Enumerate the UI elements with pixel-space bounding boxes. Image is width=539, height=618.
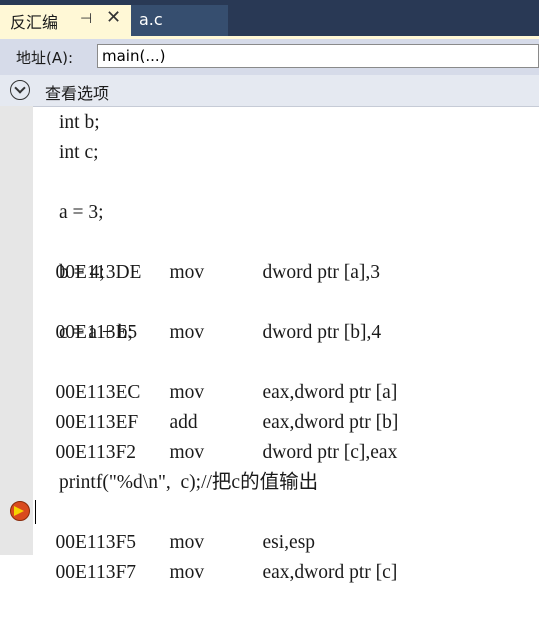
asm-line: 00E113DE mov dword ptr [a],3: [36, 228, 381, 283]
breakpoint-gutter[interactable]: [0, 106, 33, 555]
asm-mnemonic: mov: [169, 562, 205, 583]
source-line: b = 4;: [59, 262, 105, 283]
close-icon[interactable]: ✕: [106, 7, 121, 28]
asm-mnemonic: mov: [169, 262, 205, 283]
asm-address: 00E113F7: [55, 562, 137, 583]
asm-mnemonic: mov: [169, 442, 205, 463]
asm-line: 00E113F2 mov dword ptr [c],eax: [36, 408, 398, 463]
asm-line-current: 00E113F5 mov esi,esp: [36, 498, 316, 553]
view-options-label: 查看选项: [45, 84, 110, 103]
asm-line: 00E113F7 mov eax,dword ptr [c]: [36, 528, 398, 583]
pin-icon[interactable]: ⊣: [80, 11, 92, 27]
source-line: int b;: [59, 112, 100, 133]
asm-operands: dword ptr [a],3: [262, 262, 381, 283]
address-bar: 地址(A):: [0, 39, 539, 75]
asm-mnemonic: mov: [169, 322, 205, 343]
breakpoint-current-instruction-icon[interactable]: [10, 501, 30, 521]
asm-line: 00E113EC mov eax,dword ptr [a]: [36, 348, 398, 403]
tab-disassembly-label: 反汇编: [10, 13, 59, 32]
asm-line: 00E113EF add eax,dword ptr [b]: [36, 378, 399, 433]
view-options-bar[interactable]: 查看选项: [0, 75, 539, 107]
source-line: a = 3;: [59, 202, 104, 223]
chevron-down-icon[interactable]: [10, 80, 30, 100]
disassembly-code-view[interactable]: int b; int c; a = 3; 00E113DE mov dword pt…: [36, 106, 539, 583]
asm-address: 00E113F2: [55, 442, 137, 463]
asm-line: 00E113E5 mov dword ptr [b],4: [36, 288, 382, 343]
source-line: int c;: [59, 142, 99, 163]
tab-a-c-label: a.c: [139, 10, 163, 29]
asm-operands: dword ptr [c],eax: [262, 442, 398, 463]
document-tab-bar: 反汇编 ⊣ ✕ a.c: [0, 0, 539, 36]
source-line: c = a + b;: [59, 322, 133, 343]
tab-disassembly[interactable]: 反汇编 ⊣ ✕: [0, 5, 131, 36]
asm-operands: eax,dword ptr [c]: [262, 562, 398, 583]
address-label: 地址(A):: [16, 49, 74, 67]
source-line: printf("%d\n", c);//把c的值输出: [59, 472, 319, 493]
tab-a-c[interactable]: a.c: [131, 5, 228, 36]
asm-operands: dword ptr [b],4: [262, 322, 382, 343]
address-input[interactable]: [97, 44, 539, 68]
